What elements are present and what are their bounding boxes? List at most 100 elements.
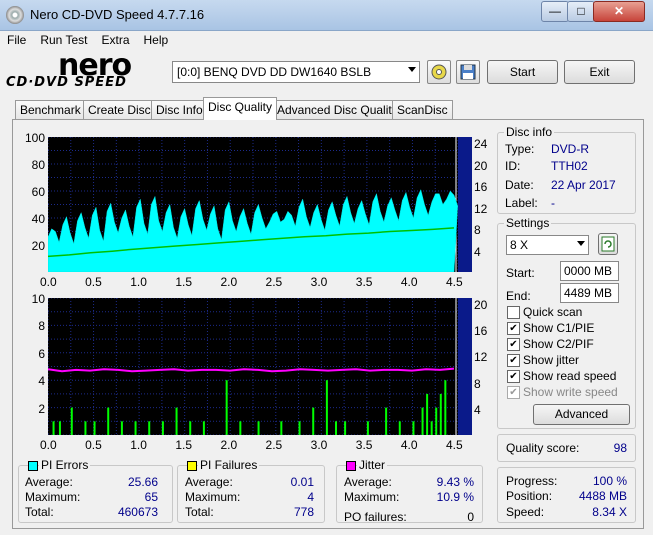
progress-group: Progress: 100 % Position: 4488 MB Speed:… <box>497 467 636 523</box>
pi-failures-total-value: 778 <box>293 505 314 519</box>
checkbox-show-write-speed: ✔ <box>507 386 520 399</box>
checkbox-label: Show C1/PIE <box>523 321 595 335</box>
speed-select[interactable]: 8 X <box>506 235 589 255</box>
advanced-button[interactable]: Advanced <box>533 404 630 425</box>
x-tick-label: 0.5 <box>85 438 102 452</box>
menu-run-test[interactable]: Run Test <box>33 31 94 49</box>
maximize-button[interactable]: □ <box>567 1 595 22</box>
pi-failure-bar <box>58 421 61 435</box>
window-title: Nero CD-DVD Speed 4.7.7.16 <box>30 7 205 22</box>
tab-advanced-disc-quality[interactable]: Advanced Disc Quality <box>272 100 403 119</box>
jitter-title: Jitter <box>357 458 388 472</box>
exit-button[interactable]: Exit <box>564 60 635 84</box>
disc-date-label: Date: <box>505 178 534 192</box>
jitter-max-value: 10.9 % <box>436 490 474 504</box>
quality-score-group: Quality score: 98 <box>497 434 636 462</box>
x-tick-label: 0.5 <box>85 275 102 289</box>
pi-errors-avg-label: Average: <box>25 475 73 489</box>
pi-failure-bar <box>175 407 178 435</box>
quality-score-value: 98 <box>613 441 627 455</box>
y-right-tick-label: 24 <box>474 137 488 151</box>
x-tick-label: 3.5 <box>355 438 373 452</box>
start-button[interactable]: Start <box>487 60 558 84</box>
x-tick-label: 4.0 <box>400 438 418 452</box>
tab-benchmark[interactable]: Benchmark <box>15 100 86 119</box>
pi-failure-bar <box>444 380 447 435</box>
checkbox-quick-scan[interactable] <box>507 306 520 319</box>
tab-disc-info[interactable]: Disc Info <box>151 100 208 119</box>
menu-extra[interactable]: Extra <box>94 31 136 49</box>
checkbox-show-c1-pie[interactable]: ✔ <box>507 322 520 335</box>
refresh-icon <box>601 236 615 252</box>
pi-failures-max-value: 4 <box>307 490 314 504</box>
y-right-tick-label: 16 <box>474 180 488 194</box>
y-right-tick-label: 8 <box>474 376 481 391</box>
pi-failure-bar <box>134 421 137 435</box>
jitter-legend-swatch <box>346 461 356 471</box>
menu-help[interactable]: Help <box>137 31 176 49</box>
save-button[interactable] <box>456 60 480 84</box>
tab-scandisc[interactable]: ScanDisc <box>392 100 453 119</box>
pi-failures-title: PI Failures <box>198 458 260 472</box>
speed-select-value: 8 X <box>510 238 529 252</box>
y-left-tick-label: 10 <box>31 292 45 306</box>
y-left-tick-label: 80 <box>31 158 45 172</box>
jitter-max-label: Maximum: <box>344 490 400 504</box>
checkbox-show-c2-pif[interactable]: ✔ <box>507 338 520 351</box>
pi-failure-bar <box>84 421 87 435</box>
pi-failure-bar <box>344 421 347 435</box>
pi-failure-bar <box>426 393 429 435</box>
disc-gear-icon <box>431 64 447 80</box>
y-left-tick-label: 2 <box>38 401 45 416</box>
pi-failure-bar <box>148 421 151 435</box>
pi-errors-chart <box>48 137 472 272</box>
y-right-tick-label: 20 <box>474 158 488 173</box>
disc-info-title: Disc info <box>504 125 555 139</box>
refresh-speed-button[interactable] <box>598 233 618 255</box>
pi-failure-bar <box>239 421 242 435</box>
pi-failure-bar <box>298 421 301 435</box>
speed-label: Speed: <box>506 505 545 519</box>
po-failures-value: 0 <box>467 510 474 524</box>
pi-failure-bar <box>430 421 433 435</box>
disc-type-value: DVD-R <box>551 142 589 156</box>
tab-disc-quality[interactable]: Disc Quality <box>203 97 278 120</box>
start-input[interactable]: 0000 MB <box>560 261 619 281</box>
x-tick-label: 1.0 <box>130 438 147 452</box>
disc-date-value: 22 Apr 2017 <box>551 178 616 192</box>
pi-errors-max-label: Maximum: <box>25 490 81 504</box>
chart-end-band <box>458 137 472 272</box>
jitter-avg-label: Average: <box>344 475 392 489</box>
pi-failures-legend-swatch <box>187 461 197 471</box>
y-right-tick-label: 16 <box>474 324 488 339</box>
pi-failure-bar <box>257 421 260 435</box>
checkbox-show-read-speed[interactable]: ✔ <box>507 370 520 383</box>
progress-value: 100 % <box>592 474 627 488</box>
pi-errors-stats: PI Errors Average: 25.66 Maximum: 65 Tot… <box>18 458 173 523</box>
drive-info-button[interactable] <box>427 60 451 84</box>
disc-type-label: Type: <box>505 142 535 156</box>
end-input[interactable]: 4489 MB <box>560 283 619 303</box>
end-label: End: <box>506 289 531 303</box>
menu-file[interactable]: File <box>0 31 33 49</box>
pi-failure-bar <box>312 407 315 435</box>
x-tick-label: 1.5 <box>175 438 193 452</box>
disc-label-label: Label: <box>505 196 538 210</box>
x-tick-label: 2.0 <box>220 275 238 289</box>
pi-errors-total-label: Total: <box>25 505 54 519</box>
minimize-button[interactable]: — <box>541 1 569 22</box>
pi-failure-bar <box>385 407 388 435</box>
pi-failure-bar <box>366 421 369 435</box>
pi-failures-avg-value: 0.01 <box>290 475 314 489</box>
pi-errors-total-value: 460673 <box>117 505 158 519</box>
pi-failures-total-label: Total: <box>185 505 214 519</box>
drive-select[interactable]: [0:0] BENQ DVD DD DW1640 BSLB <box>172 61 420 83</box>
y-left-tick-label: 6 <box>38 346 45 361</box>
tab-create-disc[interactable]: Create Disc <box>83 100 156 119</box>
x-tick-label: 4.5 <box>446 438 463 452</box>
checkbox-show-jitter[interactable]: ✔ <box>507 354 520 367</box>
y-left-tick-label: 8 <box>38 319 45 334</box>
settings-group: Settings 8 X Start: 0000 MB End: 4489 MB… <box>497 216 636 429</box>
x-tick-label: 2.0 <box>220 438 238 452</box>
close-button[interactable]: ✕ <box>593 1 645 22</box>
